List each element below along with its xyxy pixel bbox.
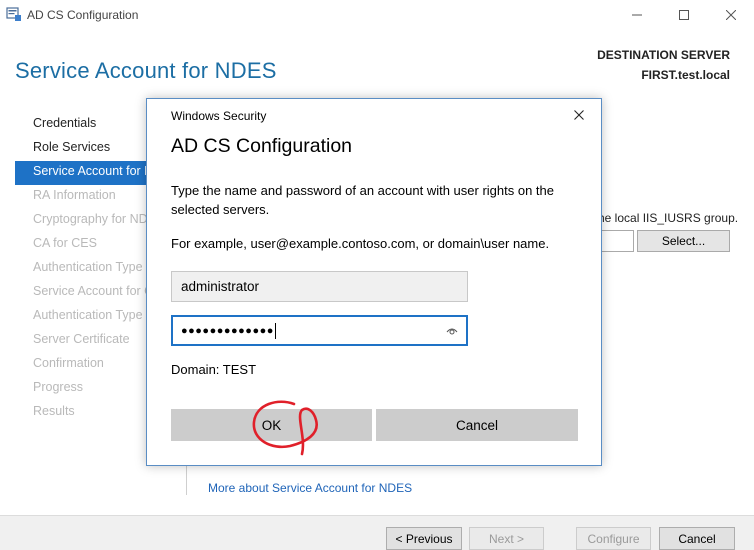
nav-item-results: Results <box>33 404 75 418</box>
nav-item-confirmation: Confirmation <box>33 356 104 370</box>
nav-item-cryptography-ndes: Cryptography for NDES <box>33 212 150 226</box>
wizard-nav: Credentials Role Services Service Accoun… <box>15 113 150 425</box>
page-title: Service Account for NDES <box>15 58 277 83</box>
username-field[interactable]: administrator <box>171 271 468 302</box>
nav-item-ca-for-ces: CA for CES <box>33 236 97 250</box>
nav-item-credentials[interactable]: Credentials <box>15 113 150 137</box>
title-bar: AD CS Configuration <box>0 0 754 30</box>
configure-button: Configure <box>576 527 651 550</box>
minimize-button[interactable] <box>614 0 660 30</box>
nav-item-auth-type-cep: Authentication Type for CEP <box>33 308 150 322</box>
wizard-cancel-button[interactable]: Cancel <box>659 527 735 550</box>
maximize-icon <box>679 10 689 20</box>
maximize-button[interactable] <box>661 0 707 30</box>
windows-security-dialog: Windows Security AD CS Configuration Typ… <box>146 98 602 466</box>
password-mask: ●●●●●●●●●●●●● <box>181 324 274 337</box>
nav-item-role-services[interactable]: Role Services <box>15 137 150 161</box>
next-button: Next > <box>469 527 544 550</box>
more-info-link[interactable]: More about Service Account for NDES <box>208 481 412 495</box>
nav-item-progress: Progress <box>33 380 84 394</box>
destination-server: FIRST.test.local <box>641 68 730 82</box>
nav-item-ra-information: RA Information <box>33 188 116 202</box>
nav-item-server-certificate: Server Certificate <box>33 332 130 346</box>
close-button[interactable] <box>708 0 754 30</box>
domain-label: Domain: TEST <box>171 362 257 377</box>
reveal-password-eye-icon[interactable] <box>446 325 458 337</box>
nav-item-auth-type-ces: Authentication Type for CES <box>33 260 150 274</box>
dialog-header-label: Windows Security <box>171 109 267 123</box>
destination-label: DESTINATION SERVER <box>597 48 730 62</box>
minimize-icon <box>632 14 642 16</box>
divider <box>186 465 187 495</box>
dialog-cancel-button[interactable]: Cancel <box>376 409 578 441</box>
ok-button[interactable]: OK <box>171 409 372 441</box>
wizard-footer: < Previous Next > Configure Cancel <box>0 515 754 550</box>
dialog-close-icon[interactable] <box>571 107 587 123</box>
text-caret <box>274 322 276 339</box>
username-value: administrator <box>181 279 260 294</box>
dialog-example: For example, user@example.contoso.com, o… <box>171 236 550 251</box>
app-icon <box>6 7 21 21</box>
window-title: AD CS Configuration <box>27 8 139 22</box>
dialog-title: AD CS Configuration <box>171 135 353 157</box>
nav-item-service-account-ndes[interactable]: Service Account for NDES <box>15 161 150 185</box>
iis-group-text: he local IIS_IUSRS group. <box>598 211 739 225</box>
password-field[interactable]: ●●●●●●●●●●●●● <box>171 315 468 346</box>
select-account-button[interactable]: Select... <box>637 230 730 252</box>
previous-button[interactable]: < Previous <box>386 527 462 550</box>
close-icon <box>726 10 736 20</box>
dialog-description: Type the name and password of an account… <box>171 183 555 217</box>
nav-item-service-account-ces: Service Account for CES <box>33 284 150 298</box>
